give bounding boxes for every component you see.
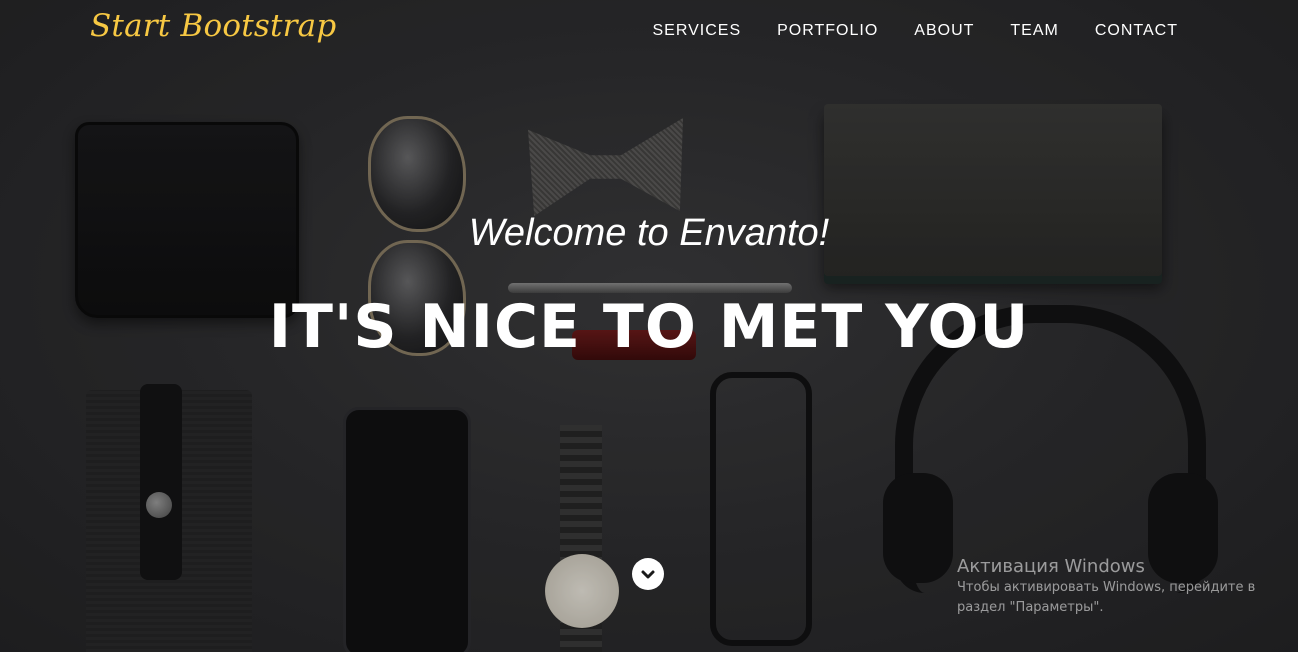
bowtie-image: [528, 118, 683, 216]
nav-link-about[interactable]: ABOUT: [914, 22, 974, 39]
hero-heading: IT'S NICE TO MET YOU: [268, 292, 1030, 362]
watermark-line-2: раздел "Параметры".: [957, 600, 1104, 615]
nav-link-contact[interactable]: CONTACT: [1095, 22, 1178, 39]
glasses-image: [710, 372, 812, 646]
chevron-down-icon: [641, 570, 655, 579]
windows-activation-watermark: Активация Windows Чтобы активировать Win…: [957, 556, 1255, 617]
brand-logo[interactable]: Start Bootstrap: [90, 8, 336, 44]
pouch-stud-image: [146, 492, 172, 518]
scroll-down-button[interactable]: [632, 558, 664, 590]
nav-item-contact: CONTACT: [1095, 22, 1178, 40]
nav-item-portfolio: PORTFOLIO: [777, 22, 878, 40]
nav-link-services[interactable]: SERVICES: [652, 22, 741, 39]
nav-link-team[interactable]: TEAM: [1010, 22, 1058, 39]
hero-section: Start Bootstrap SERVICES PORTFOLIO ABOUT…: [0, 0, 1298, 652]
nav-link-portfolio[interactable]: PORTFOLIO: [777, 22, 878, 39]
nav-menu: SERVICES PORTFOLIO ABOUT TEAM CONTACT: [652, 22, 1178, 40]
watermark-title: Активация Windows: [957, 556, 1145, 577]
nav-item-about: ABOUT: [914, 22, 974, 40]
hero-lead-text: Welcome to Envanto!: [468, 212, 830, 254]
nav-item-services: SERVICES: [652, 22, 741, 40]
phone-image: [343, 407, 471, 652]
navbar: Start Bootstrap SERVICES PORTFOLIO ABOUT…: [0, 0, 1298, 62]
nav-item-team: TEAM: [1010, 22, 1058, 40]
watermark-line-1: Чтобы активировать Windows, перейдите в: [957, 580, 1256, 595]
watch-face-image: [545, 554, 619, 628]
pouch-strap-image: [140, 384, 182, 580]
